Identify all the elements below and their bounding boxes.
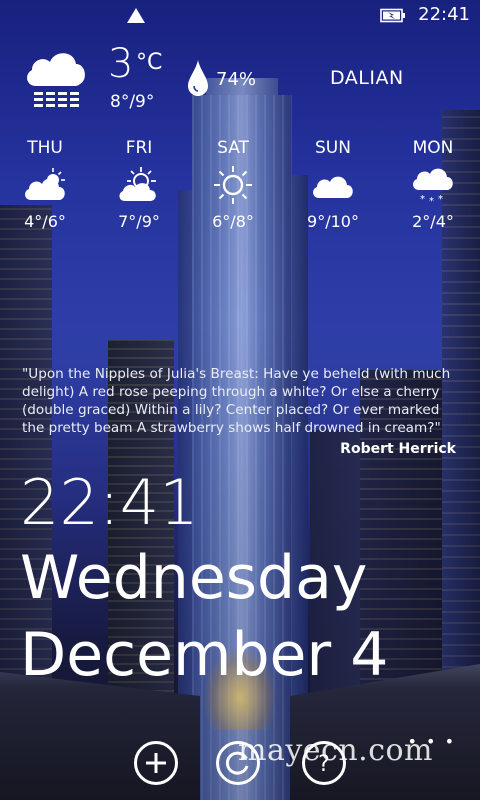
water-drop-icon [188,60,208,96]
cloud-snow-icon: * * * [413,168,453,204]
battery-charging-icon [380,8,405,23]
temperature-unit: °C [136,50,163,75]
city-name[interactable]: DALIAN [330,67,404,89]
forecast-day: SUN 9°/10° [288,138,378,231]
status-time: 22:41 [418,4,470,25]
add-icon [146,753,166,773]
forecast-range: 4°/6° [24,212,66,231]
forecast-range: 7°/9° [118,212,160,231]
current-temperature: 3 [108,41,134,87]
current-temperature-range: 8°/9° [110,92,155,112]
clock-weekday: Wednesday [20,543,368,613]
clock-time: 22:41 [20,466,199,539]
poem-quote: "Upon the Nipples of Julia's Breast: Hav… [22,366,451,436]
cloud-rain-icon [27,53,85,107]
svg-text:*: * [420,194,425,204]
more-options-icon[interactable]: • • • [408,732,456,751]
humidity-value: 74% [216,69,257,90]
sun-behind-cloud-icon [119,167,156,201]
sun-icon [214,166,252,204]
clock-date: December 4 [20,620,389,690]
watermark: mayecn.com [238,733,434,768]
cloud-icon [313,176,353,198]
forecast-range: 9°/10° [307,212,359,231]
add-button[interactable] [134,741,178,785]
forecast-day: FRI 7°/9° [94,138,184,231]
forecast-day-label: SUN [315,138,351,158]
svg-text:*: * [429,196,434,204]
forecast-day-label: MON [412,138,454,158]
status-bar: 22:41 [0,0,480,32]
forecast-day-label: THU [27,138,63,158]
forecast-range: 2°/4° [412,212,454,231]
svg-text:*: * [438,194,443,204]
forecast-day: SAT 6°/8° [188,138,278,231]
forecast-range: 6°/8° [212,212,254,231]
quote-author: Robert Herrick [340,441,456,457]
forecast-day: THU 4°/6° [0,138,90,231]
forecast-day-label: SAT [217,138,249,158]
forecast-day-label: FRI [125,138,153,158]
signal-icon [127,8,145,23]
forecast-day: MON * * * 2°/4° [388,138,478,231]
sun-behind-cloud-icon [25,168,65,200]
